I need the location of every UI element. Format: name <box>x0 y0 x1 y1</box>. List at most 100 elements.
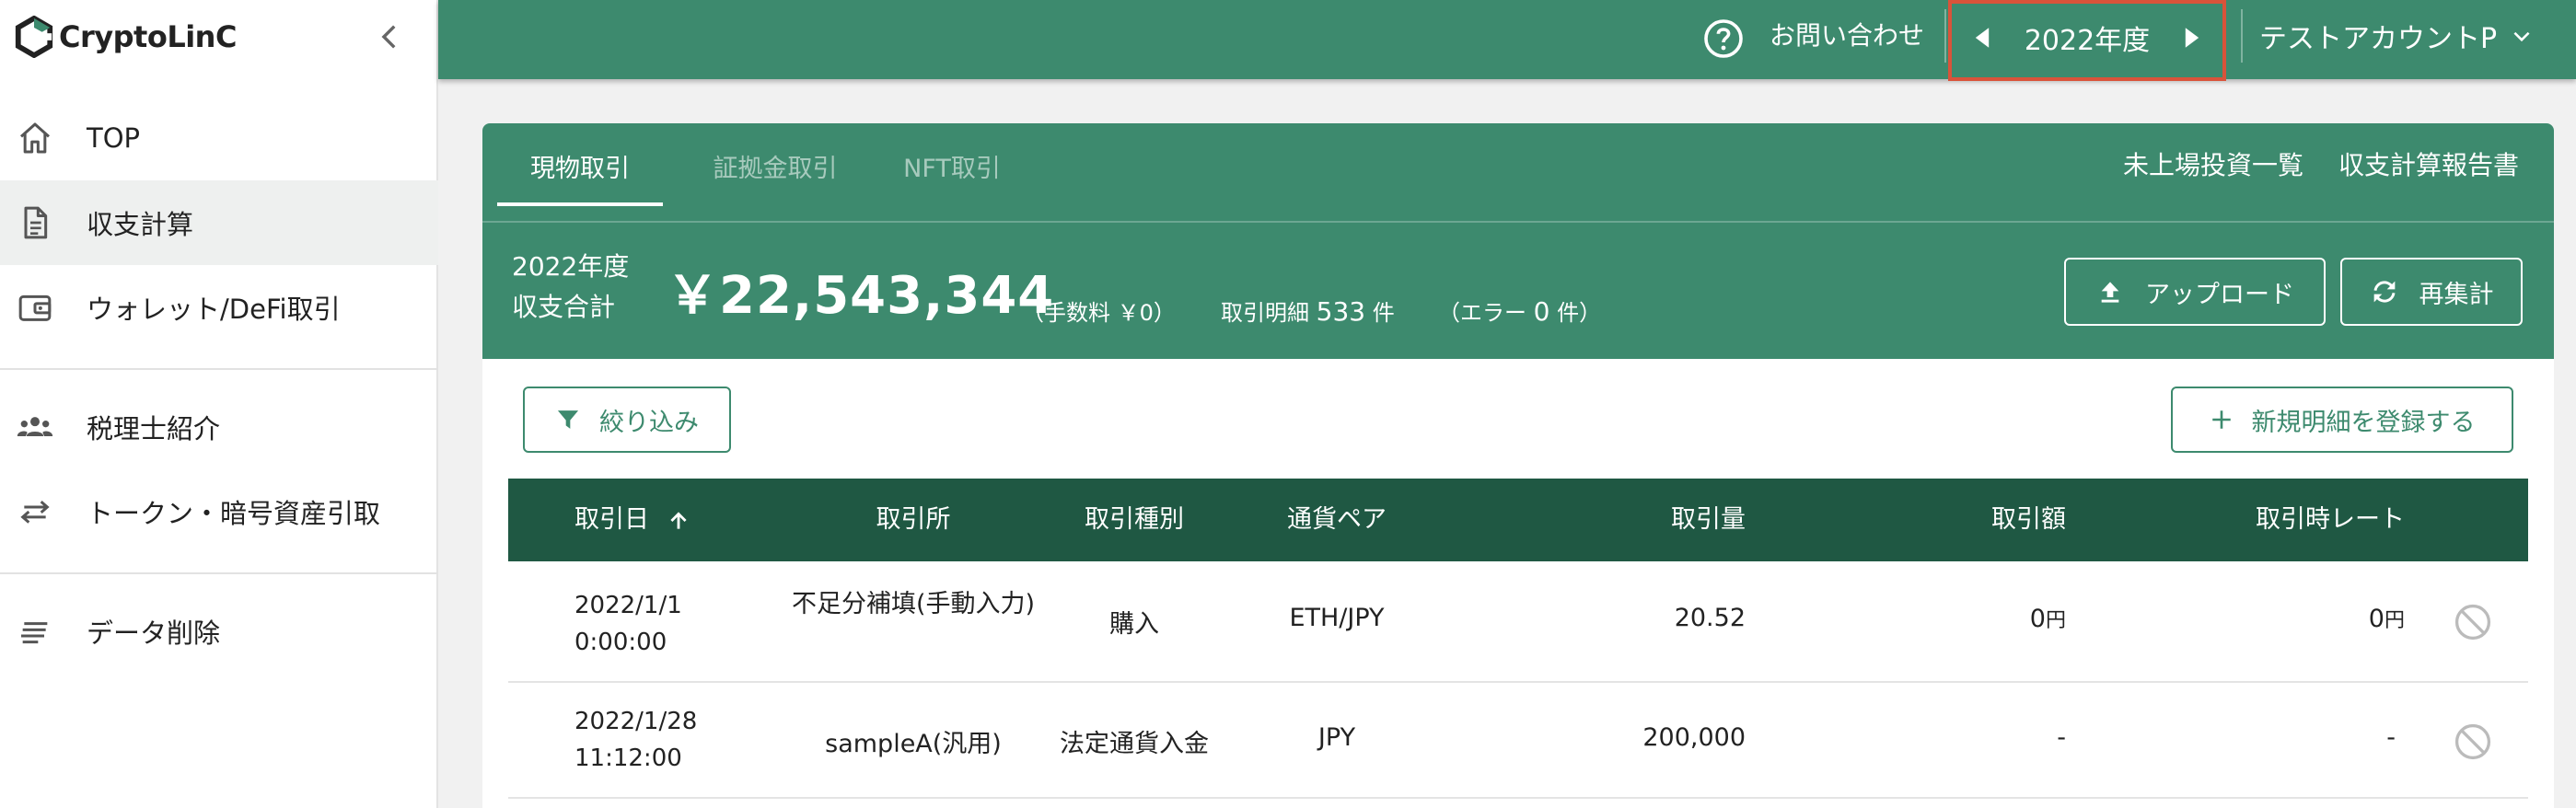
filter-icon <box>557 410 579 429</box>
nav-group-data: データ削除 <box>0 589 438 674</box>
cell-rate: 0円 <box>2202 604 2405 633</box>
main-card: 現物取引 証拠金取引 NFT取引 未上場投資一覧 収支計算報告書 2022年度 … <box>482 123 2554 808</box>
logo[interactable]: CryptoLinC <box>13 15 237 59</box>
top-header: お問い合わせ 2022年度 テストアカウントP <box>438 0 2576 81</box>
sort-ascending-icon <box>670 511 687 529</box>
account-name: テストアカウントP <box>2259 23 2498 55</box>
cell-rate-value: 0 <box>2368 605 2385 633</box>
contact-link[interactable]: お問い合わせ <box>1770 0 1924 72</box>
error-count: （エラー 0 件） <box>1438 294 1601 327</box>
column-header-date[interactable]: 取引日 <box>574 479 690 561</box>
sidebar-item-label: ウォレット/DeFi取引 <box>87 294 341 325</box>
summary-panel: 2022年度 収支合計 ￥22,543,344 （手数料 ￥0） 取引明細 53… <box>482 223 2554 359</box>
disable-icon[interactable] <box>2453 602 2493 642</box>
cell-type: 法定通貨入金 <box>1060 730 1209 758</box>
table-row[interactable]: 2022/1/1 0:00:00 不足分補填(手動入力) 購入 ETH/JPY … <box>508 561 2528 683</box>
cell-date-time: 11:12:00 <box>574 745 682 772</box>
plus-icon <box>2211 410 2231 429</box>
sidebar-item-label: データ削除 <box>87 618 221 649</box>
fiscal-year-selector: 2022年度 <box>1948 0 2226 81</box>
fiscal-year-label: 2022年度 <box>2024 25 2151 57</box>
document-icon <box>15 202 55 243</box>
wallet-icon <box>15 287 55 328</box>
sidebar-item-tax-accountant[interactable]: 税理士紹介 <box>0 385 438 469</box>
sidebar-item-calculation[interactable]: 収支計算 <box>0 180 438 265</box>
column-header-quantity: 取引量 <box>1671 505 1746 534</box>
upload-button-label: アップロード <box>2145 280 2294 309</box>
cell-amount-unit: 円 <box>2045 609 2066 632</box>
cell-exchange: sampleA(汎用) <box>825 730 1002 758</box>
home-icon <box>15 118 55 158</box>
unlisted-investments-link[interactable]: 未上場投資一覧 <box>2123 123 2303 208</box>
cell-pair: JPY <box>1317 723 1356 752</box>
column-header-type: 取引種別 <box>1085 505 1184 534</box>
column-header-exchange: 取引所 <box>876 505 951 534</box>
previous-year-button[interactable] <box>1967 19 1998 56</box>
upload-button[interactable]: アップロード <box>2064 258 2326 326</box>
tabs-bar: 現物取引 証拠金取引 NFT取引 未上場投資一覧 収支計算報告書 <box>482 123 2554 223</box>
sidebar-item-token-buyback[interactable]: トークン・暗号資産引取 <box>0 469 438 554</box>
transactions-table: 取引日 取引所 取引種別 通貨ペア 取引量 取引額 取引時レート 2022/1/… <box>508 479 2528 799</box>
error-count-value: 0 <box>1533 296 1550 327</box>
cell-amount: - <box>2057 723 2066 752</box>
sidebar-item-delete-data[interactable]: データ削除 <box>0 589 438 674</box>
transaction-count-value: 533 <box>1316 296 1366 327</box>
cryptolinc-logo-icon <box>15 16 53 58</box>
disable-icon[interactable] <box>2453 721 2493 762</box>
active-tab-indicator <box>497 202 663 206</box>
triangle-right-icon <box>2185 28 2199 48</box>
tab-nft-trading[interactable]: NFT取引 <box>869 123 1035 208</box>
filter-button[interactable]: 絞り込み <box>523 387 731 453</box>
income-report-link[interactable]: 収支計算報告書 <box>2338 123 2519 208</box>
nav-group-main: TOP 収支計算 ウォレット/DeFi取引 <box>0 96 438 350</box>
account-menu[interactable]: テストアカウントP <box>2259 0 2534 72</box>
sidebar-item-wallet[interactable]: ウォレット/DeFi取引 <box>0 265 438 350</box>
sidebar-item-label: 収支計算 <box>87 209 194 240</box>
column-header-rate: 取引時レート <box>2256 505 2405 534</box>
cell-pair: ETH/JPY <box>1289 604 1385 632</box>
sidebar: CryptoLinC TOP 収支計算 ウォレット/DeFi取引 税理士紹介 ト… <box>0 0 438 808</box>
help-icon[interactable] <box>1701 17 1746 61</box>
logo-text: CryptoLinC <box>59 19 237 54</box>
transaction-count: 取引明細 533 件 <box>1221 294 1395 327</box>
summary-label: 収支合計 <box>512 292 616 322</box>
tab-spot-trading[interactable]: 現物取引 <box>497 123 663 208</box>
refresh-icon <box>2373 281 2395 303</box>
nav-group-services: 税理士紹介 トークン・暗号資産引取 <box>0 385 438 554</box>
cell-rate-unit: 円 <box>2384 609 2405 632</box>
sidebar-divider <box>0 572 438 574</box>
people-icon <box>15 407 55 447</box>
add-transaction-button[interactable]: 新規明細を登録する <box>2171 387 2513 453</box>
filter-button-label: 絞り込み <box>599 408 699 437</box>
sidebar-divider <box>0 368 438 370</box>
cell-date: 2022/1/28 11:12:00 <box>574 703 722 777</box>
tab-margin-trading[interactable]: 証拠金取引 <box>685 123 865 208</box>
sidebar-item-label: 税理士紹介 <box>87 413 221 444</box>
header-separator <box>1944 9 1946 63</box>
cell-quantity: 20.52 <box>1674 604 1746 632</box>
column-header-amount: 取引額 <box>1991 505 2066 534</box>
sidebar-item-label: TOP <box>87 122 141 154</box>
cell-exchange: 不足分補填(手動入力) <box>791 590 1036 618</box>
header-separator <box>2241 9 2243 63</box>
add-transaction-button-label: 新規明細を登録する <box>2251 408 2476 437</box>
cell-quantity: 200,000 <box>1642 723 1746 752</box>
cell-date-day: 2022/1/28 <box>574 708 698 735</box>
sidebar-item-top[interactable]: TOP <box>0 96 438 180</box>
fee-text: （手数料 ￥0） <box>1022 300 1176 326</box>
chevron-down-icon <box>2513 31 2530 42</box>
transaction-count-unit: 件 <box>1372 300 1395 326</box>
cell-date-time: 0:00:00 <box>574 629 667 656</box>
lines-icon <box>15 611 55 652</box>
cell-rate: - <box>2386 723 2396 752</box>
next-year-button[interactable] <box>2176 19 2208 56</box>
collapse-sidebar-button[interactable] <box>372 18 409 55</box>
cell-date-day: 2022/1/1 <box>574 592 682 619</box>
swap-icon <box>15 491 55 532</box>
table-row[interactable]: 2022/1/28 11:12:00 sampleA(汎用) 法定通貨入金 JP… <box>508 683 2528 799</box>
transaction-count-label: 取引明細 <box>1221 300 1309 326</box>
recalculate-button[interactable]: 再集計 <box>2340 258 2523 326</box>
cell-amount: 0円 <box>1882 604 2066 633</box>
column-header-label: 取引日 <box>574 505 649 534</box>
triangle-left-icon <box>1975 28 1990 48</box>
